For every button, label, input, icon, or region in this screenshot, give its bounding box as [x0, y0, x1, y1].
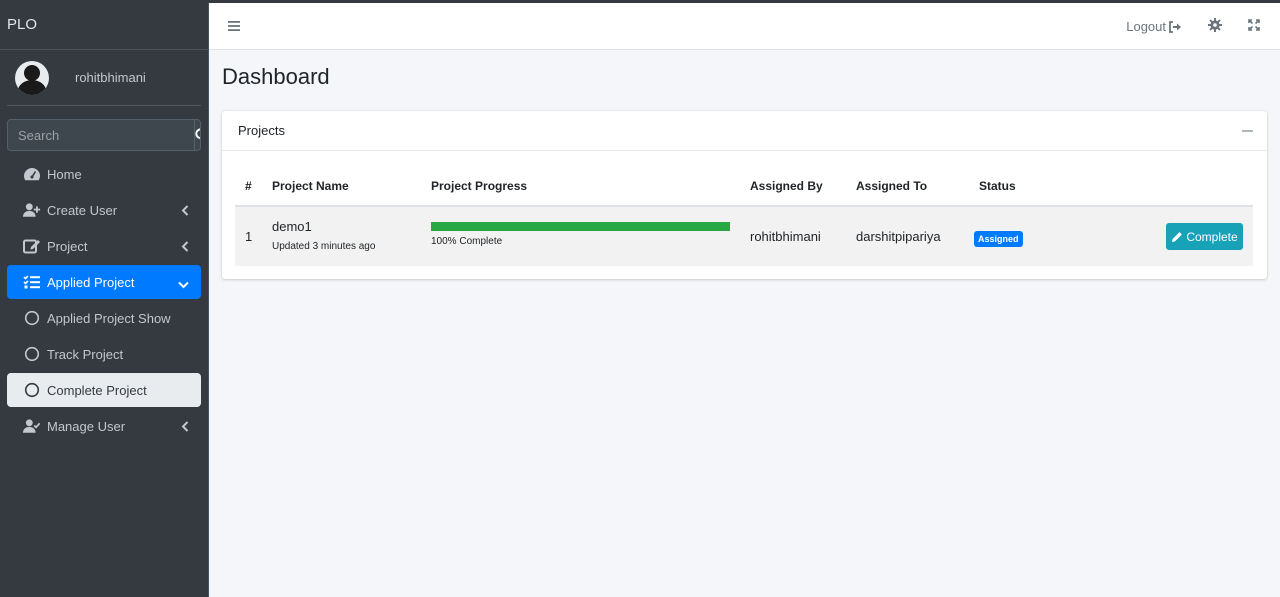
card-header: Projects — [222, 111, 1267, 151]
col-project-name: Project Name — [272, 179, 349, 193]
sidebar-item-create-user[interactable]: Create User — [7, 193, 201, 227]
dashboard-icon — [23, 165, 41, 183]
sidebar-item-complete-project[interactable]: Complete Project — [7, 373, 201, 407]
brand-logo[interactable]: PLO — [0, 0, 208, 50]
sidebar-item-track-project[interactable]: Track Project — [7, 337, 201, 371]
user-check-icon — [23, 417, 41, 435]
sidebar: PLO rohitbhimani Home Create User — [0, 0, 209, 597]
col-status: Status — [979, 179, 1016, 193]
assigned-by: rohitbhimani — [750, 229, 821, 244]
sidebar-item-home[interactable]: Home — [7, 157, 201, 191]
sidebar-item-label: Applied Project Show — [47, 310, 171, 326]
chevron-left-icon — [181, 240, 189, 255]
circle-icon — [23, 345, 41, 363]
expand-icon[interactable] — [1248, 18, 1260, 36]
chevron-down-icon — [178, 277, 189, 292]
search-button[interactable] — [194, 120, 200, 150]
complete-button-label: Complete — [1186, 229, 1238, 244]
sidebar-item-label: Manage User — [47, 418, 126, 434]
search-input[interactable] — [8, 120, 194, 150]
sidebar-item-label: Create User — [47, 202, 118, 218]
gear-icon[interactable] — [1208, 18, 1222, 37]
sidebar-item-label: Home — [47, 166, 82, 182]
projects-card: Projects # Project Name Project Progress… — [222, 111, 1267, 279]
chevron-left-icon — [181, 204, 189, 219]
sidebar-search — [7, 119, 201, 151]
edit-icon — [23, 237, 41, 255]
assigned-to: darshitpipariya — [856, 229, 941, 244]
user-plus-icon — [23, 201, 41, 219]
project-progress-bar — [431, 222, 730, 231]
sidebar-item-label: Complete Project — [47, 382, 147, 398]
sidebar-item-applied-project[interactable]: Applied Project — [7, 265, 201, 299]
chevron-left-icon — [181, 420, 189, 435]
sidebar-item-label: Track Project — [47, 346, 124, 362]
project-updated: Updated 3 minutes ago — [272, 241, 376, 252]
circle-icon — [23, 309, 41, 327]
circle-icon — [23, 381, 41, 399]
avatar — [15, 60, 49, 95]
sign-out-icon — [1169, 20, 1181, 33]
col-number: # — [245, 179, 252, 193]
search-icon — [195, 128, 200, 139]
pencil-icon — [1172, 231, 1183, 242]
table-row: 1 demo1 Updated 3 minutes ago 100% Compl… — [235, 205, 1253, 266]
logout-label: Logout — [1126, 19, 1166, 34]
collapse-button[interactable] — [1242, 130, 1253, 132]
card-title: Projects — [238, 123, 285, 138]
project-name: demo1 — [272, 219, 312, 234]
sidebar-nav: Home Create User Project Applied Project — [7, 157, 201, 443]
row-number: 1 — [245, 229, 253, 244]
sidebar-item-manage-user[interactable]: Manage User — [7, 409, 201, 443]
sidebar-item-label: Project — [47, 238, 88, 254]
user-panel: rohitbhimani — [7, 50, 201, 106]
complete-button[interactable]: Complete — [1166, 223, 1243, 250]
table-header: # Project Name Project Progress Assigned… — [235, 171, 1253, 205]
col-assigned-by: Assigned By — [750, 179, 823, 193]
progress-text: 100% Complete — [431, 236, 503, 247]
top-navbar: Logout — [209, 3, 1280, 50]
user-name[interactable]: rohitbhimani — [75, 70, 146, 85]
page-title: Dashboard — [222, 64, 330, 89]
tasks-icon — [23, 273, 41, 291]
status-badge: Assigned — [974, 231, 1023, 247]
col-project-progress: Project Progress — [431, 179, 528, 193]
sidebar-item-project[interactable]: Project — [7, 229, 201, 263]
progress-fill — [431, 222, 730, 231]
sidebar-item-label: Applied Project — [47, 274, 135, 290]
logout-link[interactable]: Logout — [1126, 19, 1182, 34]
col-assigned-to: Assigned To — [856, 179, 928, 193]
top-accent-line — [0, 0, 1280, 3]
sidebar-item-applied-project-show[interactable]: Applied Project Show — [7, 301, 201, 335]
bars-icon[interactable] — [228, 19, 240, 37]
